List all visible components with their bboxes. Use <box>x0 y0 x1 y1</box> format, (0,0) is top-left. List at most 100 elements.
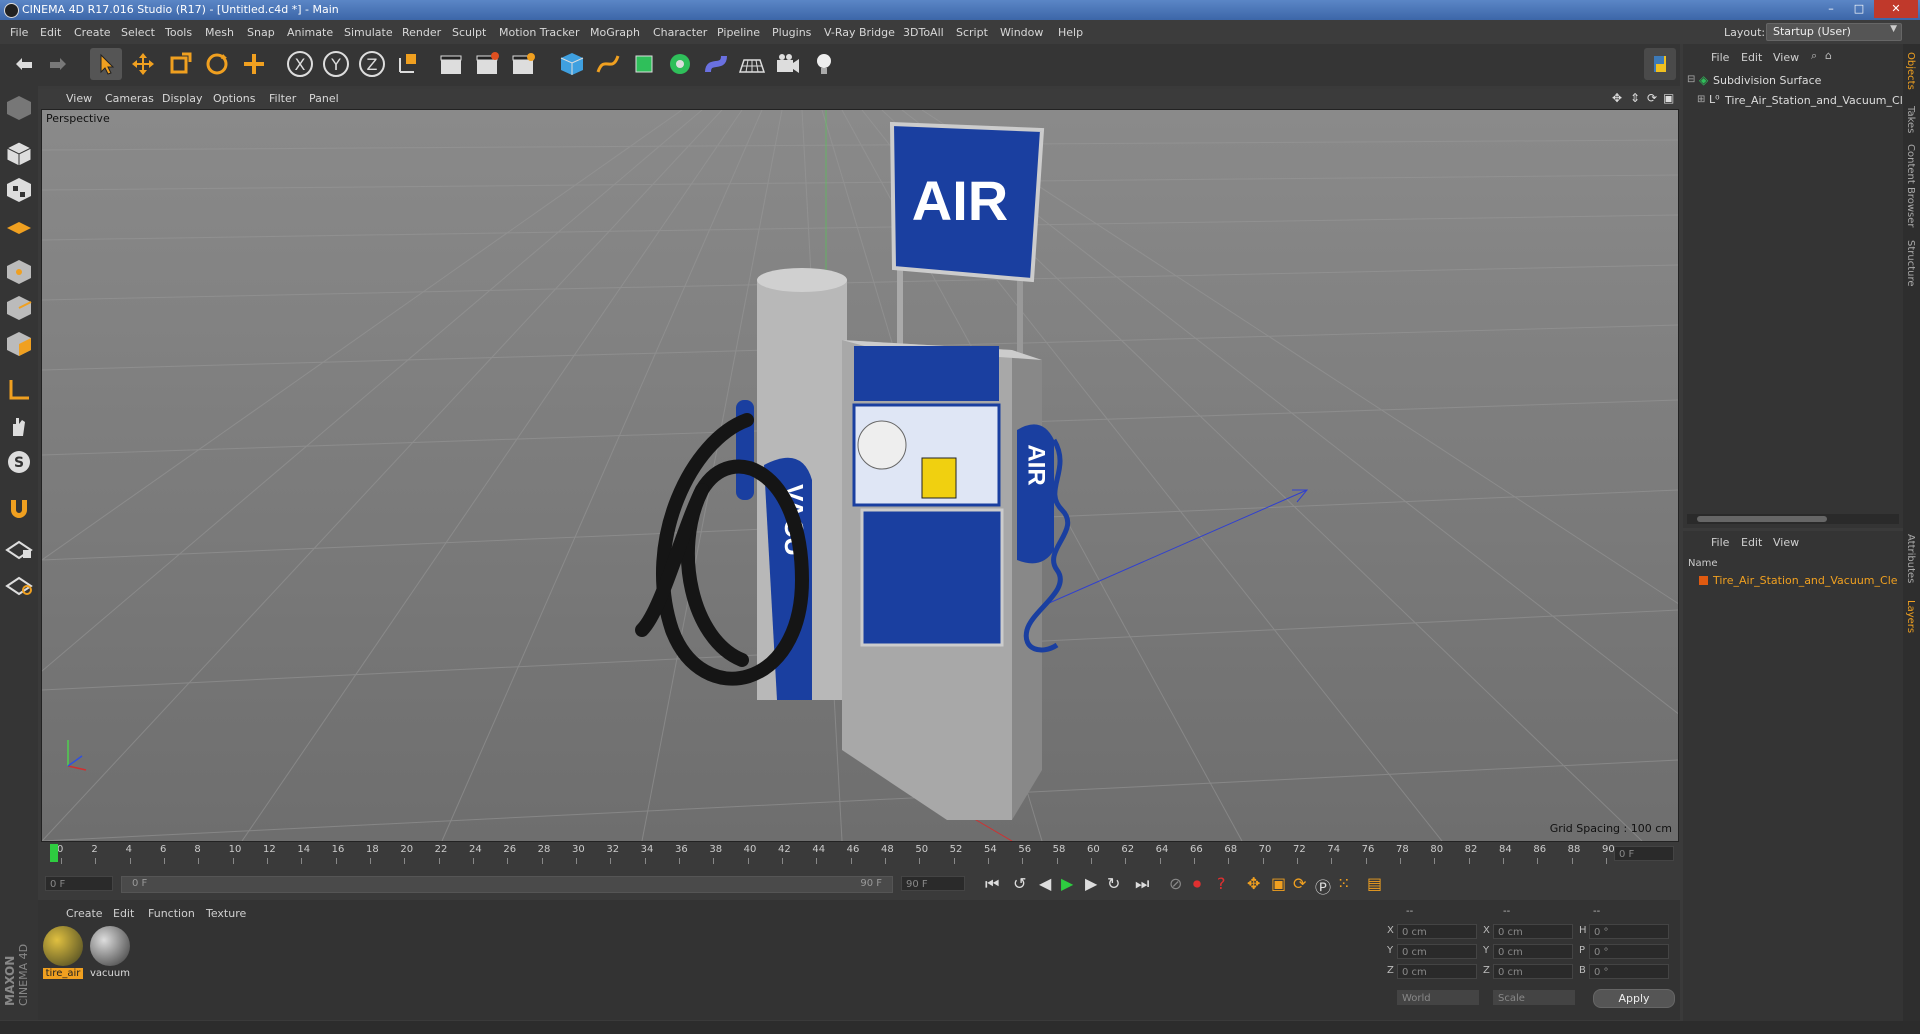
scrollbar-thumb[interactable] <box>1697 516 1827 522</box>
x-axis-lock-button[interactable]: X <box>284 48 316 80</box>
texture-mode-button[interactable] <box>3 174 35 206</box>
menu-create[interactable]: Create <box>74 26 111 39</box>
menu-mesh[interactable]: Mesh <box>205 26 234 39</box>
viewport-menu-options[interactable]: Options <box>213 92 255 105</box>
step-back-icon[interactable]: ◀ <box>1039 874 1051 893</box>
edges-mode-button[interactable] <box>3 292 35 324</box>
search-icon[interactable]: ⌕ <box>1811 49 1817 63</box>
layer-menu-file[interactable]: File <box>1711 536 1729 549</box>
material-menu-texture[interactable]: Texture <box>206 907 246 920</box>
menu-select[interactable]: Select <box>121 26 155 39</box>
viewport-menu-cameras[interactable]: Cameras <box>105 92 154 105</box>
play-icon[interactable]: ▶ <box>1061 874 1073 893</box>
key-parameter-icon[interactable]: Ⓟ <box>1315 874 1331 898</box>
key-position-icon[interactable]: ✥ <box>1247 874 1260 893</box>
object-row-tire-air-station[interactable]: ⊞ L⁰ Tire_Air_Station_and_Vacuum_Cl <box>1697 92 1903 110</box>
make-editable-button[interactable] <box>3 92 35 124</box>
maximize-button[interactable]: □ <box>1846 0 1872 18</box>
snap-button[interactable]: S <box>3 446 35 478</box>
position-z-field[interactable]: 0 cm <box>1397 964 1477 979</box>
menu-tools[interactable]: Tools <box>165 26 192 39</box>
step-forward-icon[interactable]: ▶ <box>1085 874 1097 893</box>
tab-objects[interactable]: Objects <box>1905 52 1916 90</box>
material-menu-edit[interactable]: Edit <box>113 907 134 920</box>
size-y-field[interactable]: 0 cm <box>1493 944 1573 959</box>
previous-key-icon[interactable]: ↺ <box>1013 874 1026 893</box>
coordinate-mode-dropdown[interactable]: Scale <box>1493 990 1575 1005</box>
material-swatch-tire-air[interactable]: tire_air <box>43 926 83 982</box>
menu-animate[interactable]: Animate <box>287 26 333 39</box>
material-menu-function[interactable]: Function <box>148 907 195 920</box>
workplane-lock-button[interactable] <box>3 532 35 564</box>
close-button[interactable]: ✕ <box>1874 0 1918 18</box>
go-to-start-icon[interactable]: ⏮ <box>985 874 999 894</box>
minimize-button[interactable]: – <box>1818 0 1844 18</box>
menu-edit[interactable]: Edit <box>40 26 61 39</box>
menu-mograph[interactable]: MoGraph <box>590 26 640 39</box>
viewport-move-icon[interactable]: ✥ <box>1612 91 1622 105</box>
tab-attributes[interactable]: Attributes <box>1905 534 1916 583</box>
tree-collapse-icon[interactable]: ⊟ <box>1687 74 1695 85</box>
move-button[interactable] <box>127 48 159 80</box>
render-view-button[interactable] <box>435 48 467 80</box>
object-menu-file[interactable]: File <box>1711 51 1729 64</box>
viewport-zoom-icon[interactable]: ⇕ <box>1630 91 1640 105</box>
menu-window[interactable]: Window <box>1000 26 1043 39</box>
tab-layers[interactable]: Layers <box>1905 600 1916 633</box>
add-floor-button[interactable] <box>736 48 768 80</box>
add-spline-button[interactable] <box>592 48 624 80</box>
menu-simulate[interactable]: Simulate <box>344 26 393 39</box>
frame-range-slider[interactable]: 0 F 90 F <box>121 876 893 893</box>
end-frame-field[interactable]: 90 F <box>901 876 965 891</box>
menu-script[interactable]: Script <box>956 26 988 39</box>
object-menu-view[interactable]: View <box>1773 51 1799 64</box>
y-axis-lock-button[interactable]: Y <box>320 48 352 80</box>
recent-tools-button[interactable] <box>238 48 270 80</box>
position-x-field[interactable]: 0 cm <box>1397 924 1477 939</box>
rotation-b-field[interactable]: 0 ° <box>1589 964 1669 979</box>
rotation-h-field[interactable]: 0 ° <box>1589 924 1669 939</box>
timeline-window-icon[interactable]: ▤ <box>1367 874 1382 893</box>
coordinate-space-dropdown[interactable]: World <box>1397 990 1479 1005</box>
next-key-icon[interactable]: ↻ <box>1107 874 1120 893</box>
viewport-menu-panel[interactable]: Panel <box>309 92 339 105</box>
size-x-field[interactable]: 0 cm <box>1493 924 1573 939</box>
model-mode-button[interactable] <box>3 138 35 170</box>
layout-dropdown[interactable]: Startup (User) ▼ <box>1766 23 1902 41</box>
menu-file[interactable]: File <box>10 26 28 39</box>
auto-key-icon[interactable]: ⏺ <box>1193 874 1201 894</box>
add-cube-button[interactable] <box>556 48 588 80</box>
viewport-menu-filter[interactable]: Filter <box>269 92 296 105</box>
menu-render[interactable]: Render <box>402 26 441 39</box>
menu-snap[interactable]: Snap <box>247 26 275 39</box>
viewport-maximize-icon[interactable]: ▣ <box>1663 91 1674 105</box>
key-pla-icon[interactable]: ⁙ <box>1337 874 1350 893</box>
go-to-end-icon[interactable]: ⏭ <box>1135 874 1149 894</box>
add-deformer-button[interactable] <box>700 48 732 80</box>
home-icon[interactable]: ⌂ <box>1825 49 1832 62</box>
keyframe-selection-icon[interactable]: ? <box>1217 874 1226 893</box>
size-z-field[interactable]: 0 cm <box>1493 964 1573 979</box>
apply-button[interactable]: Apply <box>1593 989 1675 1008</box>
material-menu-create[interactable]: Create <box>66 907 103 920</box>
polygons-mode-button[interactable] <box>3 328 35 360</box>
menu-motion-tracker[interactable]: Motion Tracker <box>499 26 579 39</box>
menu-character[interactable]: Character <box>653 26 707 39</box>
menu-plugins[interactable]: Plugins <box>772 26 811 39</box>
menu-vray-bridge[interactable]: V-Ray Bridge <box>824 26 895 39</box>
record-keys-icon[interactable]: ⊘ <box>1169 874 1182 893</box>
menu-3dtoall[interactable]: 3DToAll <box>903 26 944 39</box>
menu-help[interactable]: Help <box>1058 26 1083 39</box>
viewport-menu-display[interactable]: Display <box>162 92 203 105</box>
menu-sculpt[interactable]: Sculpt <box>452 26 486 39</box>
workplane-mode-button[interactable] <box>3 210 35 242</box>
object-row-subdivision-surface[interactable]: ⊟ ◈ Subdivision Surface <box>1687 72 1897 90</box>
viewport-menu-view[interactable]: View <box>66 92 92 105</box>
undo-button[interactable] <box>8 48 40 80</box>
viewport-rotate-icon[interactable]: ⟳ <box>1647 91 1657 105</box>
add-mograph-button[interactable] <box>664 48 696 80</box>
timeline-ruler[interactable]: 0 2 4 6 8 10 12 14 16 18 20 22 24 26 28 30 32 34 36 38 40 42 4… <box>41 842 1677 866</box>
render-to-picture-viewer-button[interactable] <box>471 48 503 80</box>
layer-menu-edit[interactable]: Edit <box>1741 536 1762 549</box>
redo-button[interactable] <box>42 48 74 80</box>
